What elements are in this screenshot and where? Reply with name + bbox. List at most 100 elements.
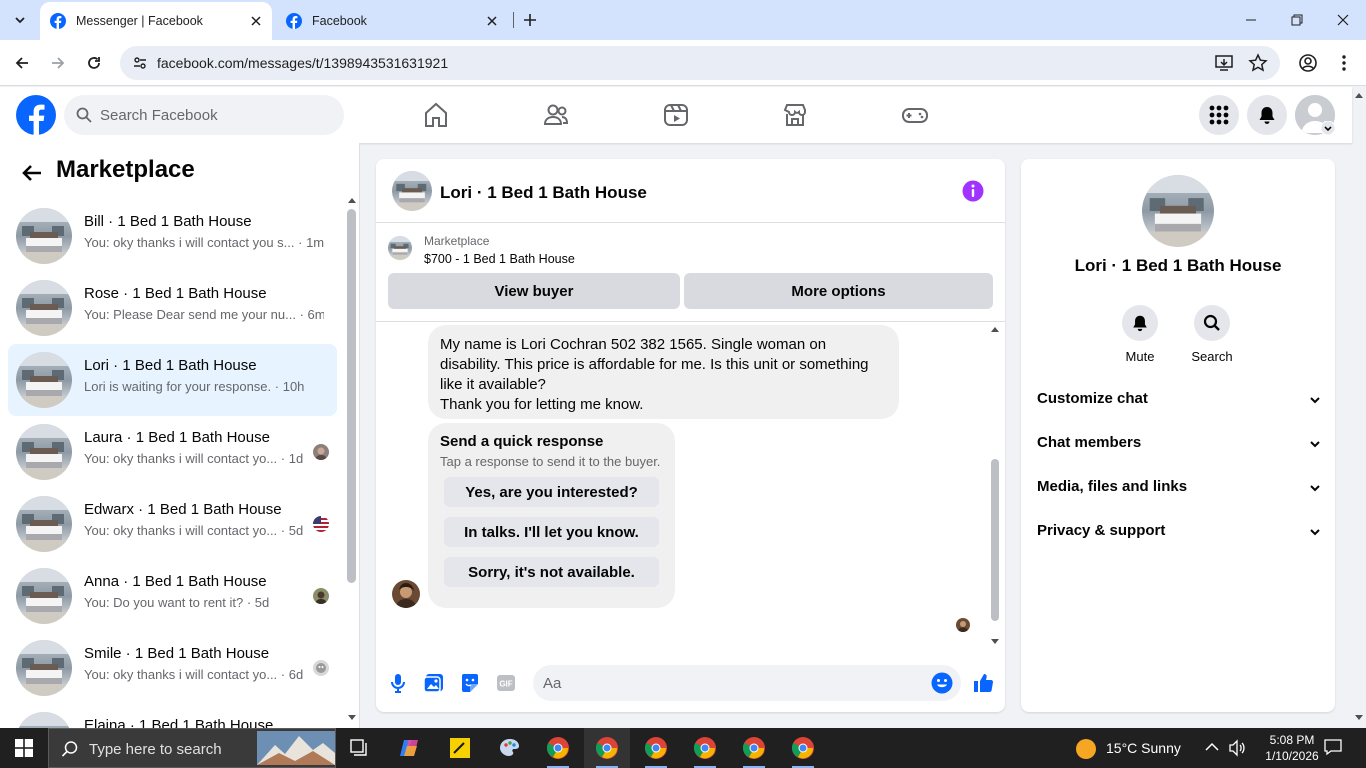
message-input[interactable] xyxy=(543,665,913,701)
photo-icon[interactable] xyxy=(422,671,446,695)
notification-center-icon[interactable] xyxy=(1324,738,1342,756)
conversation-item[interactable]: Smile · 1 Bed 1 Bath House You: oky thank… xyxy=(8,632,337,704)
minimize-button[interactable] xyxy=(1228,0,1274,40)
conversation-item[interactable]: Bill · 1 Bed 1 Bath House You: oky thanks… xyxy=(8,200,337,272)
message-input-wrapper[interactable] xyxy=(533,665,961,701)
quick-reply-yes[interactable]: Yes, are you interested? xyxy=(444,477,659,507)
scroll-up-icon[interactable] xyxy=(347,196,357,204)
reload-button[interactable] xyxy=(82,51,106,75)
page-scroll-up-icon[interactable] xyxy=(1354,91,1364,99)
mute-action[interactable]: Mute xyxy=(1110,305,1170,364)
listing-thumbnail[interactable] xyxy=(388,236,412,260)
microphone-icon[interactable] xyxy=(386,671,410,695)
gif-icon[interactable]: GIF xyxy=(494,671,518,695)
start-button[interactable] xyxy=(0,728,48,768)
marketplace-icon[interactable] xyxy=(781,101,809,129)
chrome-profile-5[interactable] xyxy=(731,728,777,768)
search-input[interactable] xyxy=(100,95,330,135)
site-info-icon[interactable] xyxy=(128,51,152,75)
bookmark-star-icon[interactable] xyxy=(1248,53,1268,73)
media-files-links-section[interactable]: Media, files and links xyxy=(1029,466,1327,510)
plus-icon xyxy=(524,14,536,26)
close-tab-icon[interactable] xyxy=(246,11,266,31)
conversation-item[interactable]: Elaina · 1 Bed 1 Bath House xyxy=(8,704,337,728)
chrome-icon xyxy=(595,737,618,759)
notifications-button[interactable] xyxy=(1247,95,1287,135)
chevron-down-icon xyxy=(1310,485,1320,492)
paint-app[interactable] xyxy=(487,728,533,768)
close-window-button[interactable] xyxy=(1320,0,1366,40)
quick-reply-in-talks[interactable]: In talks. I'll let you know. xyxy=(444,517,659,547)
conversation-item[interactable]: Rose · 1 Bed 1 Bath House You: Please Dea… xyxy=(8,272,337,344)
scrollbar-thumb[interactable] xyxy=(347,209,356,583)
conversation-item[interactable]: Edwarx · 1 Bed 1 Bath House You: oky than… xyxy=(8,488,337,560)
sticker-icon[interactable] xyxy=(458,671,482,695)
customize-chat-section[interactable]: Customize chat xyxy=(1029,378,1327,422)
install-app-icon[interactable] xyxy=(1214,53,1234,73)
palette-icon xyxy=(500,739,519,756)
chat-title[interactable]: Lori · 1 Bed 1 Bath House xyxy=(440,183,647,203)
facebook-logo-icon[interactable] xyxy=(16,95,56,135)
menu-button[interactable] xyxy=(1199,95,1239,135)
chrome-profile-1[interactable] xyxy=(535,728,581,768)
back-button[interactable] xyxy=(10,51,34,75)
sender-avatar[interactable] xyxy=(392,580,420,608)
listing-price-title[interactable]: $700 - 1 Bed 1 Bath House xyxy=(424,252,575,266)
emoji-icon[interactable] xyxy=(931,672,953,694)
chat-avatar[interactable] xyxy=(392,171,432,211)
conversation-name: Smile · 1 Bed 1 Bath House xyxy=(84,645,270,662)
chrome-profile-2[interactable] xyxy=(584,728,630,768)
restore-button[interactable] xyxy=(1274,0,1320,40)
conversation-item[interactable]: Anna · 1 Bed 1 Bath House You: Do you wan… xyxy=(8,560,337,632)
chat-members-section[interactable]: Chat members xyxy=(1029,422,1327,466)
quick-reply-not-available[interactable]: Sorry, it's not available. xyxy=(444,557,659,587)
chat-scrollbar-thumb[interactable] xyxy=(991,459,999,621)
thumbs-up-icon[interactable] xyxy=(971,671,995,695)
forward-button[interactable] xyxy=(46,51,70,75)
sticky-notes-app[interactable] xyxy=(437,728,483,768)
home-icon[interactable] xyxy=(422,101,450,129)
video-icon[interactable] xyxy=(662,101,690,129)
friends-icon[interactable] xyxy=(542,101,570,129)
view-buyer-button[interactable]: View buyer xyxy=(388,273,680,309)
browser-tab-bar: Messenger | Facebook Facebook xyxy=(0,0,1366,40)
profile-button[interactable] xyxy=(1296,51,1320,75)
section-label: Privacy & support xyxy=(1037,522,1166,539)
tab-messenger[interactable]: Messenger | Facebook xyxy=(40,2,272,40)
back-arrow-icon[interactable] xyxy=(20,161,44,185)
tab-search-button[interactable] xyxy=(8,8,32,32)
gaming-icon[interactable] xyxy=(901,101,929,129)
conversation-item[interactable]: Lori · 1 Bed 1 Bath House Lori is waiting… xyxy=(8,344,337,416)
conversation-item[interactable]: Laura · 1 Bed 1 Bath House You: oky thank… xyxy=(8,416,337,488)
chrome-profile-4[interactable] xyxy=(682,728,728,768)
weather-text[interactable]: 15°C Sunny xyxy=(1106,740,1181,756)
system-clock[interactable]: 5:08 PM 1/10/2026 xyxy=(1260,732,1324,764)
facebook-search[interactable] xyxy=(64,95,344,135)
scroll-down-icon[interactable] xyxy=(347,714,357,722)
scroll-down-icon[interactable] xyxy=(990,638,1000,646)
copilot-app[interactable] xyxy=(387,728,433,768)
tab-facebook[interactable]: Facebook xyxy=(276,2,508,40)
search-action[interactable]: Search xyxy=(1182,305,1242,364)
chrome-profile-6[interactable] xyxy=(780,728,826,768)
volume-icon[interactable] xyxy=(1228,739,1246,757)
chevron-up-icon[interactable] xyxy=(1205,742,1219,752)
new-tab-button[interactable] xyxy=(520,10,540,30)
scroll-up-icon[interactable] xyxy=(990,325,1000,333)
browser-menu-button[interactable] xyxy=(1332,51,1356,75)
contact-avatar[interactable] xyxy=(1142,175,1214,247)
message-line: Thank you for letting me know. xyxy=(440,396,644,413)
info-icon[interactable] xyxy=(962,180,984,202)
page-scroll-down-icon[interactable] xyxy=(1354,714,1364,722)
more-options-button[interactable]: More options xyxy=(684,273,993,309)
sun-icon[interactable] xyxy=(1075,738,1097,760)
taskbar-search[interactable]: Type here to search xyxy=(48,728,336,768)
task-view-button[interactable] xyxy=(337,728,383,768)
close-tab-icon[interactable] xyxy=(482,11,502,31)
chrome-profile-3[interactable] xyxy=(633,728,679,768)
privacy-support-section[interactable]: Privacy & support xyxy=(1029,510,1327,554)
incoming-message[interactable]: My name is Lori Cochran 502 382 1565. Si… xyxy=(428,325,899,419)
account-chevron-icon[interactable] xyxy=(1321,121,1335,135)
address-bar[interactable]: facebook.com/messages/t/1398943531631921 xyxy=(120,46,1280,80)
grid-menu-icon xyxy=(1209,105,1229,125)
